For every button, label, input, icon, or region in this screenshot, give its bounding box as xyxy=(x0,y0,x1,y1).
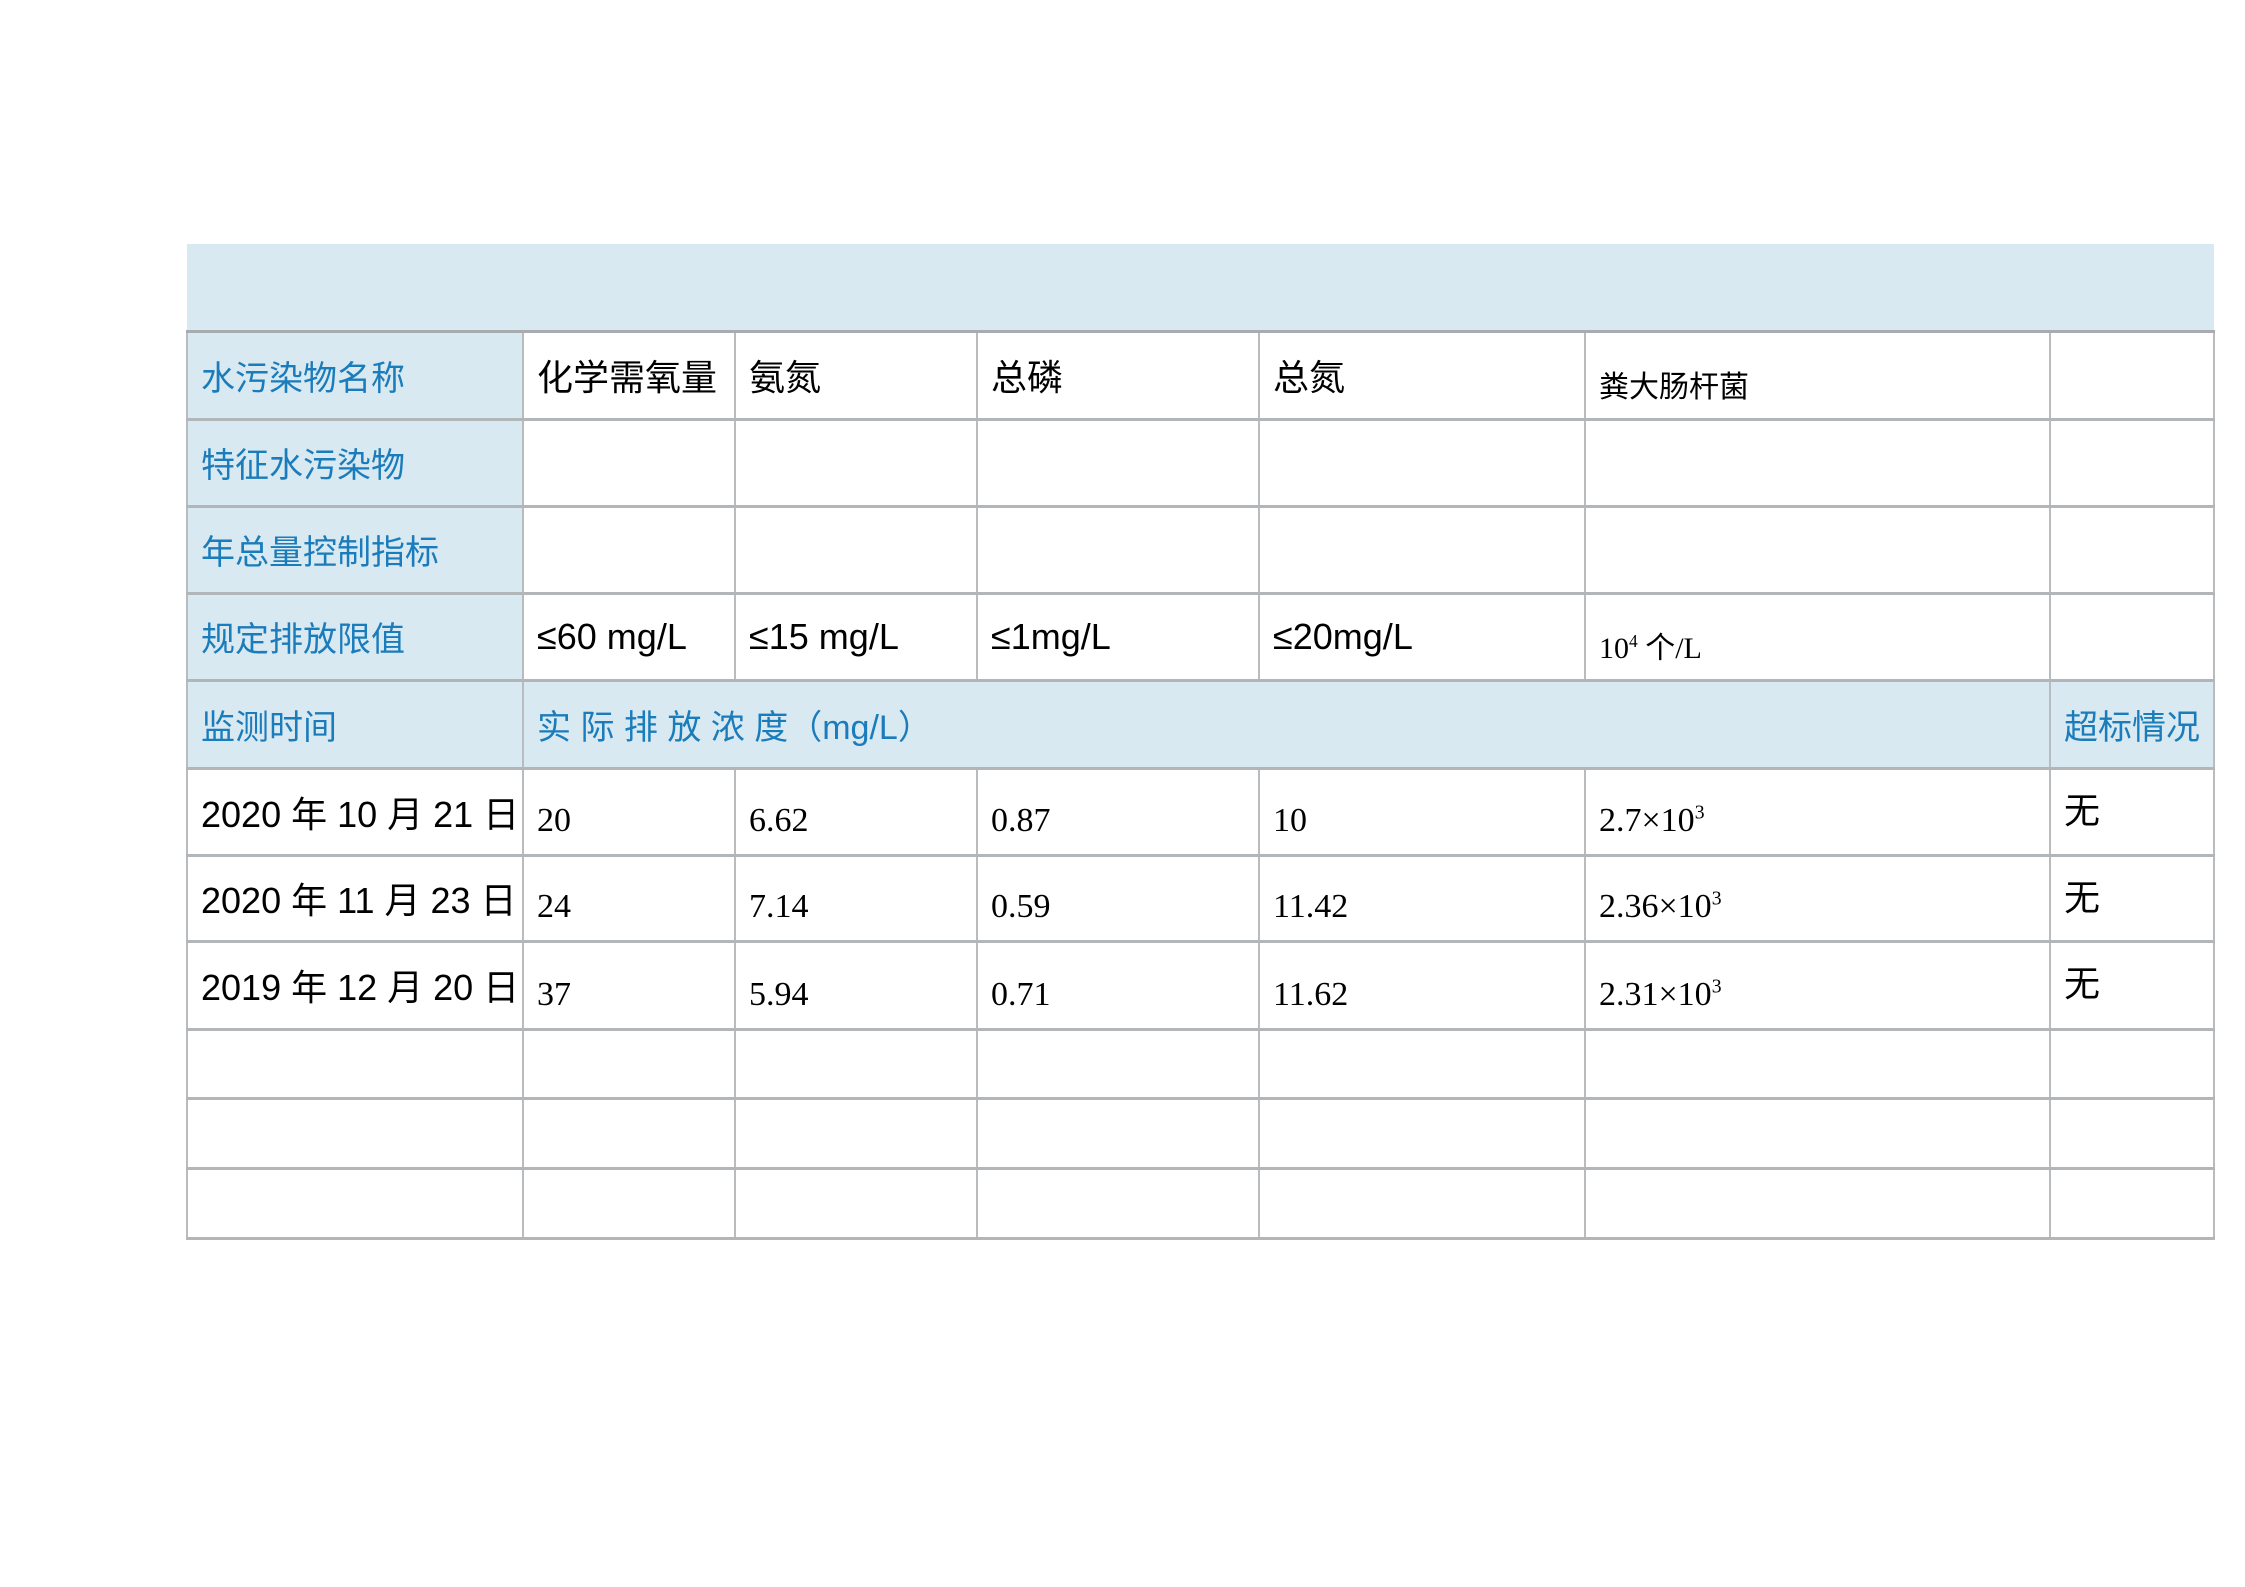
empty-cell xyxy=(523,419,735,506)
value-fecal: 2.7×103 xyxy=(1585,768,2050,855)
empty-cell xyxy=(1585,1029,2050,1098)
empty-cell xyxy=(523,506,735,593)
empty-cell xyxy=(1259,1029,1585,1098)
row-label-annual-total: 年总量控制指标 xyxy=(187,506,523,593)
limit-nh3n: ≤15 mg/L xyxy=(735,593,977,680)
value-tp: 0.71 xyxy=(977,941,1259,1029)
empty-cell xyxy=(1259,1098,1585,1168)
header-fecal-coliform: 粪大肠杆菌 xyxy=(1585,331,2050,419)
actual-concentration-header: 实 际 排 放 浓 度（mg/L） xyxy=(523,680,2050,768)
empty-cell xyxy=(977,1168,1259,1238)
empty-cell xyxy=(735,506,977,593)
empty-cell xyxy=(2050,331,2214,419)
value-tn: 11.62 xyxy=(1259,941,1585,1029)
value-nh3n: 7.14 xyxy=(735,855,977,941)
value-nh3n: 5.94 xyxy=(735,941,977,1029)
value-fecal-base: 2.36×10 xyxy=(1599,888,1712,925)
empty-cell xyxy=(2050,419,2214,506)
limit-fecal-exponent: 4 xyxy=(1629,631,1638,651)
header-cod: 化学需氧量 xyxy=(523,331,735,419)
value-fecal-exponent: 3 xyxy=(1712,887,1722,909)
empty-cell xyxy=(735,1168,977,1238)
empty-cell xyxy=(977,419,1259,506)
exceed-cell: 无 xyxy=(2050,768,2214,855)
limit-tp: ≤1mg/L xyxy=(977,593,1259,680)
value-tn: 10 xyxy=(1259,768,1585,855)
empty-cell xyxy=(1585,1098,2050,1168)
empty-cell xyxy=(735,419,977,506)
row-label-monitor-time: 监测时间 xyxy=(187,680,523,768)
empty-cell xyxy=(1259,1168,1585,1238)
date-cell: 2019 年 12 月 20 日 xyxy=(187,941,523,1029)
empty-cell xyxy=(977,506,1259,593)
value-tp: 0.59 xyxy=(977,855,1259,941)
empty-cell xyxy=(735,1029,977,1098)
empty-cell xyxy=(735,1098,977,1168)
limit-cod: ≤60 mg/L xyxy=(523,593,735,680)
limit-fecal-base: 10 xyxy=(1599,632,1629,665)
empty-cell xyxy=(977,1098,1259,1168)
empty-cell xyxy=(523,1098,735,1168)
document-page: 水污染物名称 化学需氧量 氨氮 总磷 总氮 粪大肠杆菌 特征水污染物 年总量控制… xyxy=(0,0,2245,1587)
value-cod: 37 xyxy=(523,941,735,1029)
value-fecal: 2.31×103 xyxy=(1585,941,2050,1029)
value-fecal-base: 2.7×10 xyxy=(1599,802,1695,839)
empty-cell xyxy=(977,1029,1259,1098)
empty-cell xyxy=(1585,419,2050,506)
value-tn: 11.42 xyxy=(1259,855,1585,941)
empty-cell xyxy=(2050,506,2214,593)
empty-cell xyxy=(2050,1029,2214,1098)
value-cod: 20 xyxy=(523,768,735,855)
limit-fecal: 104 个/L xyxy=(1585,593,2050,680)
empty-cell xyxy=(1585,506,2050,593)
pollutant-monitoring-table: 水污染物名称 化学需氧量 氨氮 总磷 总氮 粪大肠杆菌 特征水污染物 年总量控制… xyxy=(186,244,2215,1240)
date-cell: 2020 年 11 月 23 日 xyxy=(187,855,523,941)
value-fecal-exponent: 3 xyxy=(1712,975,1722,997)
empty-cell xyxy=(2050,593,2214,680)
value-fecal-base: 2.31×10 xyxy=(1599,976,1712,1013)
empty-cell xyxy=(187,1029,523,1098)
value-fecal-exponent: 3 xyxy=(1695,801,1705,823)
table-title-band xyxy=(187,244,2214,331)
limit-fecal-unit: 个/L xyxy=(1638,632,1702,665)
exceed-cell: 无 xyxy=(2050,941,2214,1029)
row-label-characteristic: 特征水污染物 xyxy=(187,419,523,506)
value-fecal: 2.36×103 xyxy=(1585,855,2050,941)
empty-cell xyxy=(187,1098,523,1168)
empty-cell xyxy=(1259,419,1585,506)
exceed-status-header: 超标情况 xyxy=(2050,680,2214,768)
limit-tn: ≤20mg/L xyxy=(1259,593,1585,680)
exceed-cell: 无 xyxy=(2050,855,2214,941)
empty-cell xyxy=(523,1029,735,1098)
empty-cell xyxy=(2050,1098,2214,1168)
empty-cell xyxy=(523,1168,735,1238)
empty-cell xyxy=(1259,506,1585,593)
header-nh3n: 氨氮 xyxy=(735,331,977,419)
header-tn: 总氮 xyxy=(1259,331,1585,419)
value-nh3n: 6.62 xyxy=(735,768,977,855)
empty-cell xyxy=(2050,1168,2214,1238)
row-label-limit: 规定排放限值 xyxy=(187,593,523,680)
value-cod: 24 xyxy=(523,855,735,941)
value-tp: 0.87 xyxy=(977,768,1259,855)
date-cell: 2020 年 10 月 21 日 xyxy=(187,768,523,855)
header-tp: 总磷 xyxy=(977,331,1259,419)
row-label-pollutant-name: 水污染物名称 xyxy=(187,331,523,419)
empty-cell xyxy=(187,1168,523,1238)
empty-cell xyxy=(1585,1168,2050,1238)
